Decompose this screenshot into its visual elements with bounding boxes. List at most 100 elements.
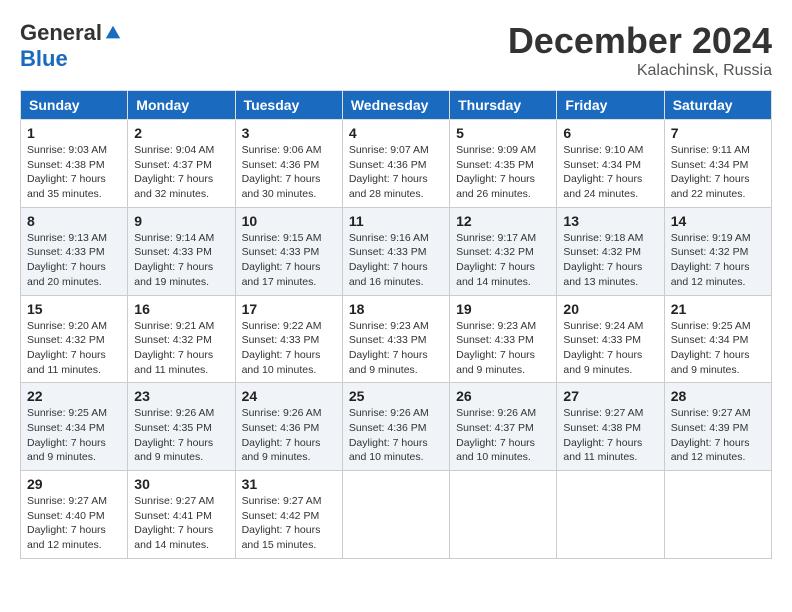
logo-general-text: General	[20, 20, 102, 46]
day-info: Sunrise: 9:27 AM Sunset: 4:41 PM Dayligh…	[134, 494, 228, 553]
header-friday: Friday	[557, 91, 664, 120]
day-number: 16	[134, 301, 228, 317]
header-thursday: Thursday	[450, 91, 557, 120]
day-info: Sunrise: 9:27 AM Sunset: 4:40 PM Dayligh…	[27, 494, 121, 553]
calendar-cell: 7 Sunrise: 9:11 AM Sunset: 4:34 PM Daylig…	[664, 120, 771, 208]
day-info: Sunrise: 9:26 AM Sunset: 4:36 PM Dayligh…	[242, 406, 336, 465]
calendar-cell: 26 Sunrise: 9:26 AM Sunset: 4:37 PM Dayli…	[450, 383, 557, 471]
calendar-cell: 25 Sunrise: 9:26 AM Sunset: 4:36 PM Dayli…	[342, 383, 449, 471]
day-number: 13	[563, 213, 657, 229]
day-info: Sunrise: 9:21 AM Sunset: 4:32 PM Dayligh…	[134, 319, 228, 378]
day-info: Sunrise: 9:26 AM Sunset: 4:37 PM Dayligh…	[456, 406, 550, 465]
calendar-cell	[664, 471, 771, 559]
logo-blue-text: Blue	[20, 46, 68, 72]
day-info: Sunrise: 9:15 AM Sunset: 4:33 PM Dayligh…	[242, 231, 336, 290]
calendar-cell: 28Sunrise: 9:27 AM Sunset: 4:39 PM Dayli…	[664, 383, 771, 471]
day-number: 26	[456, 388, 550, 404]
calendar-cell	[557, 471, 664, 559]
calendar-cell: 14 Sunrise: 9:19 AM Sunset: 4:32 PM Dayli…	[664, 207, 771, 295]
day-info: Sunrise: 9:16 AM Sunset: 4:33 PM Dayligh…	[349, 231, 443, 290]
day-number: 23	[134, 388, 228, 404]
calendar: SundayMondayTuesdayWednesdayThursdayFrid…	[20, 90, 772, 559]
calendar-week-row: 1Sunrise: 9:03 AM Sunset: 4:38 PM Daylig…	[21, 120, 772, 208]
calendar-cell: 11 Sunrise: 9:16 AM Sunset: 4:33 PM Dayli…	[342, 207, 449, 295]
day-number: 24	[242, 388, 336, 404]
day-number: 21	[671, 301, 765, 317]
calendar-cell: 2 Sunrise: 9:04 AM Sunset: 4:37 PM Daylig…	[128, 120, 235, 208]
page-header: General Blue December 2024 Kalachinsk, R…	[20, 20, 772, 80]
day-info: Sunrise: 9:19 AM Sunset: 4:32 PM Dayligh…	[671, 231, 765, 290]
calendar-cell: 8Sunrise: 9:13 AM Sunset: 4:33 PM Daylig…	[21, 207, 128, 295]
calendar-cell: 31 Sunrise: 9:27 AM Sunset: 4:42 PM Dayli…	[235, 471, 342, 559]
day-number: 8	[27, 213, 121, 229]
calendar-cell: 4 Sunrise: 9:07 AM Sunset: 4:36 PM Daylig…	[342, 120, 449, 208]
calendar-cell: 1Sunrise: 9:03 AM Sunset: 4:38 PM Daylig…	[21, 120, 128, 208]
day-info: Sunrise: 9:25 AM Sunset: 4:34 PM Dayligh…	[27, 406, 121, 465]
calendar-cell: 23 Sunrise: 9:26 AM Sunset: 4:35 PM Dayli…	[128, 383, 235, 471]
day-number: 18	[349, 301, 443, 317]
day-info: Sunrise: 9:18 AM Sunset: 4:32 PM Dayligh…	[563, 231, 657, 290]
day-info: Sunrise: 9:09 AM Sunset: 4:35 PM Dayligh…	[456, 143, 550, 202]
header-tuesday: Tuesday	[235, 91, 342, 120]
day-number: 14	[671, 213, 765, 229]
calendar-cell: 22 Sunrise: 9:25 AM Sunset: 4:34 PM Dayli…	[21, 383, 128, 471]
day-number: 29	[27, 476, 121, 492]
day-number: 2	[134, 125, 228, 141]
month-title: December 2024	[508, 20, 772, 62]
day-info: Sunrise: 9:27 AM Sunset: 4:42 PM Dayligh…	[242, 494, 336, 553]
calendar-week-row: 8Sunrise: 9:13 AM Sunset: 4:33 PM Daylig…	[21, 207, 772, 295]
calendar-cell: 19 Sunrise: 9:23 AM Sunset: 4:33 PM Dayli…	[450, 295, 557, 383]
title-block: December 2024 Kalachinsk, Russia	[508, 20, 772, 80]
calendar-cell: 10 Sunrise: 9:15 AM Sunset: 4:33 PM Dayli…	[235, 207, 342, 295]
day-number: 20	[563, 301, 657, 317]
header-monday: Monday	[128, 91, 235, 120]
calendar-cell	[450, 471, 557, 559]
calendar-cell	[342, 471, 449, 559]
calendar-header-row: SundayMondayTuesdayWednesdayThursdayFrid…	[21, 91, 772, 120]
calendar-cell: 15Sunrise: 9:20 AM Sunset: 4:32 PM Dayli…	[21, 295, 128, 383]
day-info: Sunrise: 9:26 AM Sunset: 4:36 PM Dayligh…	[349, 406, 443, 465]
day-info: Sunrise: 9:24 AM Sunset: 4:33 PM Dayligh…	[563, 319, 657, 378]
day-number: 19	[456, 301, 550, 317]
day-number: 12	[456, 213, 550, 229]
header-sunday: Sunday	[21, 91, 128, 120]
calendar-cell: 24 Sunrise: 9:26 AM Sunset: 4:36 PM Dayli…	[235, 383, 342, 471]
logo: General Blue	[20, 20, 122, 72]
day-info: Sunrise: 9:04 AM Sunset: 4:37 PM Dayligh…	[134, 143, 228, 202]
calendar-cell: 3Sunrise: 9:06 AM Sunset: 4:36 PM Daylig…	[235, 120, 342, 208]
day-number: 10	[242, 213, 336, 229]
location: Kalachinsk, Russia	[508, 62, 772, 80]
day-number: 7	[671, 125, 765, 141]
calendar-cell: 12 Sunrise: 9:17 AM Sunset: 4:32 PM Dayli…	[450, 207, 557, 295]
day-number: 30	[134, 476, 228, 492]
header-saturday: Saturday	[664, 91, 771, 120]
calendar-cell: 20 Sunrise: 9:24 AM Sunset: 4:33 PM Dayli…	[557, 295, 664, 383]
day-number: 31	[242, 476, 336, 492]
day-number: 4	[349, 125, 443, 141]
calendar-week-row: 15Sunrise: 9:20 AM Sunset: 4:32 PM Dayli…	[21, 295, 772, 383]
calendar-cell: 13 Sunrise: 9:18 AM Sunset: 4:32 PM Dayli…	[557, 207, 664, 295]
day-number: 1	[27, 125, 121, 141]
day-number: 22	[27, 388, 121, 404]
day-info: Sunrise: 9:25 AM Sunset: 4:34 PM Dayligh…	[671, 319, 765, 378]
day-info: Sunrise: 9:14 AM Sunset: 4:33 PM Dayligh…	[134, 231, 228, 290]
day-number: 6	[563, 125, 657, 141]
day-info: Sunrise: 9:27 AM Sunset: 4:39 PM Dayligh…	[671, 406, 765, 465]
day-number: 11	[349, 213, 443, 229]
calendar-cell: 21 Sunrise: 9:25 AM Sunset: 4:34 PM Dayli…	[664, 295, 771, 383]
day-number: 25	[349, 388, 443, 404]
calendar-cell: 16 Sunrise: 9:21 AM Sunset: 4:32 PM Dayli…	[128, 295, 235, 383]
calendar-week-row: 22 Sunrise: 9:25 AM Sunset: 4:34 PM Dayli…	[21, 383, 772, 471]
calendar-cell: 9Sunrise: 9:14 AM Sunset: 4:33 PM Daylig…	[128, 207, 235, 295]
day-number: 15	[27, 301, 121, 317]
day-info: Sunrise: 9:26 AM Sunset: 4:35 PM Dayligh…	[134, 406, 228, 465]
day-number: 27	[563, 388, 657, 404]
calendar-cell: 18Sunrise: 9:23 AM Sunset: 4:33 PM Dayli…	[342, 295, 449, 383]
day-info: Sunrise: 9:27 AM Sunset: 4:38 PM Dayligh…	[563, 406, 657, 465]
day-info: Sunrise: 9:23 AM Sunset: 4:33 PM Dayligh…	[456, 319, 550, 378]
calendar-cell: 5Sunrise: 9:09 AM Sunset: 4:35 PM Daylig…	[450, 120, 557, 208]
day-info: Sunrise: 9:07 AM Sunset: 4:36 PM Dayligh…	[349, 143, 443, 202]
calendar-week-row: 29 Sunrise: 9:27 AM Sunset: 4:40 PM Dayli…	[21, 471, 772, 559]
day-info: Sunrise: 9:11 AM Sunset: 4:34 PM Dayligh…	[671, 143, 765, 202]
day-info: Sunrise: 9:17 AM Sunset: 4:32 PM Dayligh…	[456, 231, 550, 290]
